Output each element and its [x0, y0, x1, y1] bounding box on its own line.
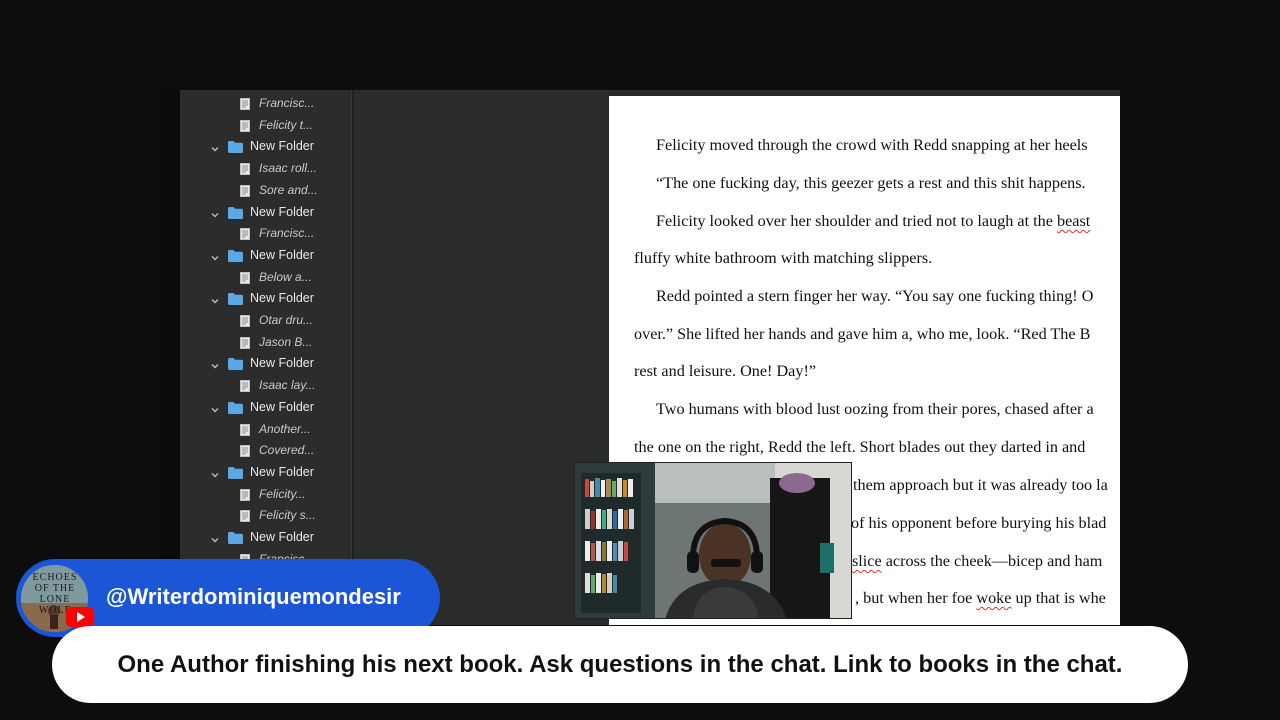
- binder-item-label: New Folder: [250, 247, 314, 262]
- spellcheck-word[interactable]: beast: [1057, 212, 1090, 230]
- binder-document[interactable]: Covered...: [240, 440, 314, 460]
- spellcheck-word[interactable]: woke: [976, 589, 1011, 607]
- document-icon: [240, 509, 250, 523]
- manuscript-line: slice across the cheek—bicep and ham: [852, 552, 1103, 570]
- folder-icon: [228, 140, 243, 154]
- binder-folder[interactable]: New Folder: [210, 462, 314, 482]
- binder-document[interactable]: Sore and...: [240, 180, 318, 200]
- manuscript-line: over.” She lifted her hands and gave him…: [634, 325, 1091, 343]
- manuscript-line: Felicity looked over her shoulder and tr…: [656, 212, 1091, 230]
- chevron-down-icon[interactable]: [210, 467, 220, 478]
- binder-folder[interactable]: New Folder: [210, 527, 314, 547]
- chevron-down-icon[interactable]: [210, 207, 220, 217]
- binder-folder[interactable]: New Folder: [210, 397, 314, 417]
- binder-item-label: New Folder: [250, 464, 314, 479]
- channel-handle: @Writerdominiquemondesir: [106, 584, 401, 609]
- binder-item-label: Jason B...: [259, 334, 313, 349]
- binder-folder[interactable]: New Folder: [210, 136, 314, 156]
- folder-icon: [228, 206, 243, 219]
- editor-background: [354, 90, 610, 625]
- folder-icon: [228, 401, 243, 414]
- document-icon: [240, 162, 250, 176]
- chevron-down-icon[interactable]: [210, 250, 220, 261]
- ticker-text: One Author finishing his next book. Ask …: [117, 650, 1123, 678]
- binder-folder[interactable]: New Folder: [210, 288, 314, 308]
- folder-icon: [228, 249, 243, 262]
- manuscript-line: fluffy white bathroom with matching slip…: [634, 249, 933, 267]
- binder-item-label: Felicity t...: [259, 117, 314, 132]
- binder-item-label: New Folder: [250, 204, 314, 219]
- binder-document[interactable]: Otar dru...: [240, 310, 313, 330]
- info-ticker: One Author finishing his next book. Ask …: [52, 626, 1188, 703]
- binder-item-label: Felicity...: [259, 486, 306, 501]
- binder-folder[interactable]: New Folder: [210, 353, 314, 373]
- binder-item-label: Isaac lay...: [259, 378, 316, 393]
- folder-icon: [228, 466, 243, 479]
- manuscript-line: Felicity moved through the crowd with Re…: [656, 136, 1088, 154]
- binder-item-label: Below a...: [259, 269, 312, 284]
- binder-item-label: Another...: [259, 421, 311, 436]
- binder-item-label: New Folder: [250, 530, 314, 544]
- manuscript-line: , but when her foe woke up that is whe: [855, 589, 1106, 607]
- document-icon: [240, 423, 250, 436]
- manuscript-line: “The one fucking day, this geezer gets a…: [656, 174, 1086, 192]
- binder-sidebar[interactable]: Francisc... Felicity t... New Folder Isaac …: [180, 90, 352, 625]
- binder-document[interactable]: Felicity t...: [240, 115, 313, 135]
- chevron-down-icon[interactable]: [210, 293, 220, 304]
- document-icon: [240, 488, 250, 501]
- window-edge: [160, 90, 180, 625]
- webcam-image: [575, 463, 851, 618]
- document-icon: [240, 379, 250, 393]
- manuscript-line: the one on the right, Redd the left. Sho…: [634, 438, 1086, 456]
- manuscript-line: Two humans with blood lust oozing from t…: [656, 400, 1094, 418]
- binder-document[interactable]: Felicity s...: [240, 505, 316, 525]
- binder-item-label: Otar dru...: [259, 313, 314, 327]
- binder-document[interactable]: Isaac lay...: [240, 375, 315, 395]
- document-icon: [240, 336, 250, 349]
- binder-item-label: New Folder: [250, 356, 314, 371]
- webcam-feed: [574, 462, 852, 619]
- document-icon: [240, 314, 250, 327]
- binder-item-label: New Folder: [250, 399, 314, 414]
- folder-icon: [228, 357, 243, 371]
- binder-item-label: New Folder: [250, 139, 314, 154]
- document-icon: [240, 119, 250, 132]
- binder-item-label: Covered...: [259, 443, 315, 458]
- manuscript-line: them approach but it was already too la: [853, 476, 1108, 494]
- document-icon: [240, 444, 250, 458]
- document-icon: [240, 184, 250, 197]
- binder-document[interactable]: Isaac roll...: [240, 158, 317, 178]
- document-icon: [240, 271, 250, 284]
- binder-item-label: Sore and...: [259, 182, 318, 197]
- spellcheck-word[interactable]: slice: [852, 552, 882, 570]
- manuscript-line: of his opponent before burying his blad: [851, 514, 1107, 532]
- manuscript-line: rest and leisure. One! Day!”: [634, 362, 817, 380]
- folder-icon: [228, 531, 243, 544]
- binder-document[interactable]: Francisc...: [240, 93, 314, 113]
- chevron-down-icon[interactable]: [210, 141, 220, 152]
- binder-document[interactable]: Jason B...: [240, 332, 312, 352]
- binder-document[interactable]: Felicity...: [240, 484, 305, 504]
- manuscript-line: Redd pointed a stern finger her way. “Yo…: [656, 287, 1094, 305]
- binder-folder[interactable]: New Folder: [210, 202, 314, 222]
- binder-folder[interactable]: New Folder: [210, 245, 314, 265]
- binder-item-label: Isaac roll...: [259, 161, 318, 176]
- binder-document[interactable]: Another...: [240, 419, 311, 439]
- youtube-icon: [66, 607, 94, 627]
- binder-item-label: New Folder: [250, 291, 314, 306]
- binder-item-label: Francisc...: [259, 96, 315, 110]
- document-icon: [240, 97, 250, 110]
- chevron-down-icon[interactable]: [210, 402, 220, 413]
- binder-item-label: Francisc...: [259, 226, 315, 241]
- binder-item-label: Felicity s...: [259, 508, 316, 523]
- folder-icon: [228, 292, 243, 306]
- binder-document[interactable]: Francisc...: [240, 223, 314, 243]
- binder-document[interactable]: Below a...: [240, 267, 312, 287]
- document-icon: [240, 227, 250, 241]
- chevron-down-icon[interactable]: [210, 358, 220, 369]
- chevron-down-icon[interactable]: [210, 532, 220, 543]
